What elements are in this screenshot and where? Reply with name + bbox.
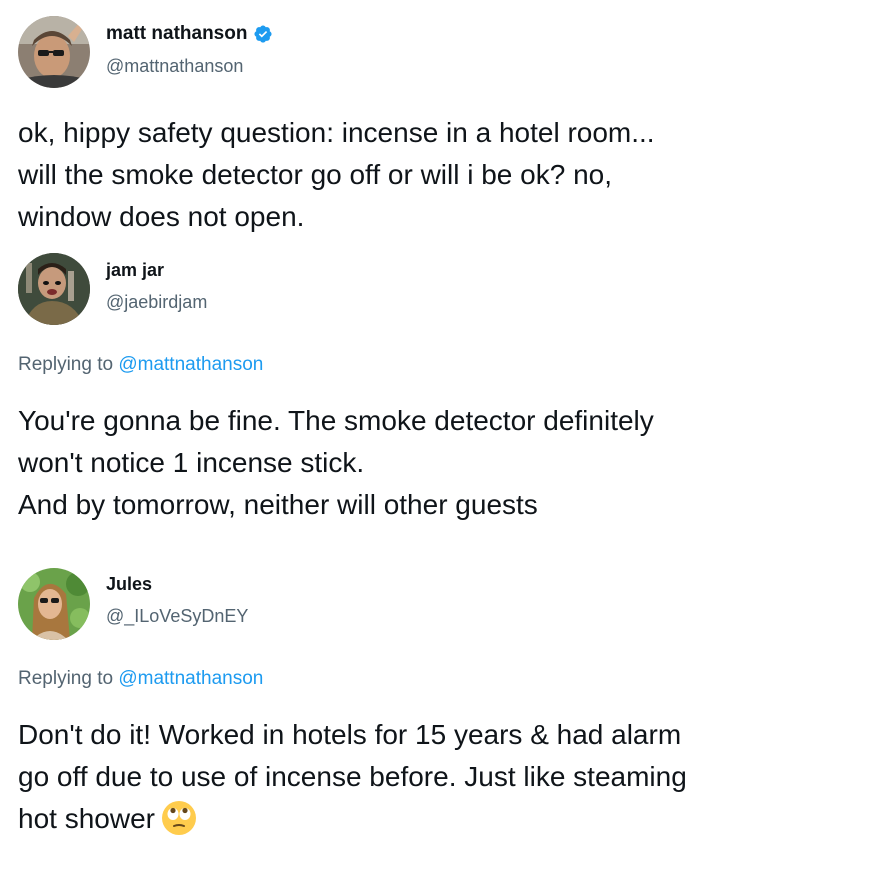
author-name[interactable]: Jules — [106, 574, 152, 595]
author-handle[interactable]: @_ILoVeSyDnEY — [106, 606, 248, 627]
profile-photo-icon — [18, 568, 90, 640]
face-with-rolling-eyes-emoji-icon — [161, 800, 197, 836]
tweet-text-line: go off due to use of incense before. Jus… — [18, 761, 687, 792]
tweet-reply-jules: Jules @_ILoVeSyDnEY Replying to @mattnat… — [0, 0, 895, 883]
tweet-text-line: Don't do it! Worked in hotels for 15 yea… — [18, 719, 682, 750]
replying-to: Replying to @mattnathanson — [18, 668, 263, 690]
tweet-text-line: hot shower — [18, 803, 155, 834]
tweet-text: Don't do it! Worked in hotels for 15 yea… — [18, 714, 878, 840]
author-name-text[interactable]: Jules — [106, 574, 152, 595]
avatar-jules[interactable] — [18, 568, 90, 640]
replying-to-prefix: Replying to — [18, 668, 114, 689]
replying-to-link[interactable]: @mattnathanson — [118, 668, 263, 689]
tweet-text-line-last: hot shower — [18, 798, 878, 840]
